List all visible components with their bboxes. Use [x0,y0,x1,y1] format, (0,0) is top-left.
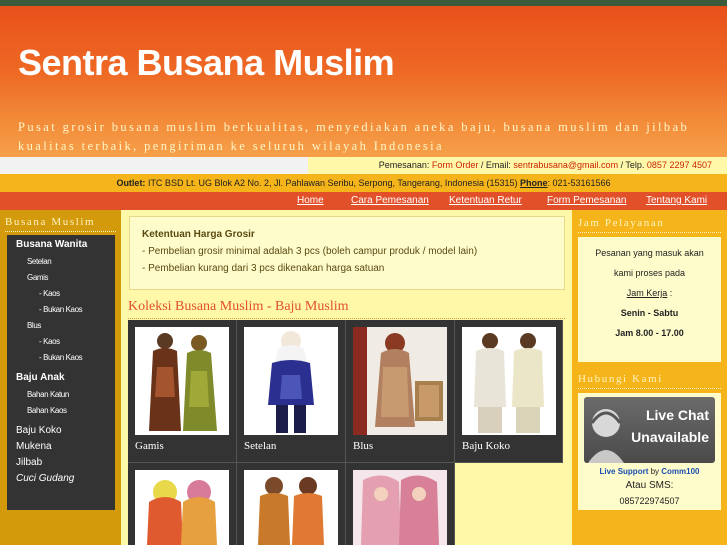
menu-baju-koko[interactable]: Baju Koko [16,425,62,436]
live-chat-label[interactable]: Live Chat [646,407,709,423]
product-card-gamis[interactable]: Gamis [128,320,237,463]
pemesanan-label: Pemesanan: [378,160,432,170]
nav-home[interactable]: Home [297,195,324,206]
hours-divider [578,232,721,233]
hours-box: Pesanan yang masuk akan kami proses pada… [578,237,721,362]
hours-title: Jam Pelayanan [578,217,665,229]
menu-blus[interactable]: Blus [27,321,41,330]
left-sidebar: Busana Muslim Busana Wanita Setelan Gami… [0,210,121,545]
category-menu: Busana Wanita Setelan Gamis - Kaos - Buk… [7,235,115,510]
email-link[interactable]: sentrabusana@gmail.com [513,160,618,170]
contact-divider [578,388,721,389]
contact-bar: Pemesanan: Form Order / Email: sentrabus… [308,157,727,174]
product-card-baju-koko[interactable]: Baju Koko [455,320,563,463]
terms-title: Ketentuan Harga Grosir [142,229,255,240]
product-caption-gamis[interactable]: Gamis [135,440,164,452]
sidebar-title: Busana Muslim [5,216,96,228]
terms-line-1: - Pembelian grosir minimal adalah 3 pcs … [142,246,478,257]
outlet-bar: Outlet: ITC BSD Lt. UG Blok A2 No. 2, Jl… [0,174,727,192]
jam-kerja-colon: : [667,288,673,298]
menu-jilbab[interactable]: Jilbab [16,457,42,468]
phone-label: Phone [519,178,548,188]
comm100-link[interactable]: Comm100 [661,467,699,476]
live-chat-status[interactable]: Unavailable [631,429,709,445]
product-grid: Gamis Setelan Blus Baju Koko [128,320,564,545]
menu-gamis[interactable]: Gamis [27,273,49,282]
menu-baju-anak[interactable]: Baju Anak [16,372,65,383]
nav-form-pemesanan[interactable]: Form Pemesanan [547,195,626,206]
contact-title: Hubungi Kami [578,373,663,385]
telp-number: 0857 2297 4507 [646,160,712,170]
product-image-baju-koko[interactable] [462,327,556,435]
outlet-address: ITC BSD Lt. UG Blok A2 No. 2, Jl. Pahlaw… [145,178,520,188]
product-image-blus[interactable] [353,327,447,435]
outlet-label: Outlet: [116,178,146,188]
terms-line-2: - Pembelian kurang dari 3 pcs dikenakan … [142,263,385,274]
terms-box: Ketentuan Harga Grosir - Pembelian grosi… [129,216,565,290]
product-caption-blus[interactable]: Blus [353,440,373,452]
site-title[interactable]: Sentra Busana Muslim [18,42,395,84]
product-image-row2-3[interactable] [353,470,447,545]
product-image-row2-2[interactable] [244,470,338,545]
product-card-blus[interactable]: Blus [346,320,455,463]
jam-kerja-link[interactable]: Jam Kerja [627,288,668,298]
menu-gamis-kaos[interactable]: - Kaos [39,289,60,298]
menu-busana-wanita[interactable]: Busana Wanita [16,239,87,250]
email-label: / Email: [478,160,514,170]
hours-line-5: Jam 8.00 - 17.00 [615,328,684,338]
hours-line-1: Pesanan yang masuk akan [595,248,704,258]
product-card-row2-1[interactable] [128,463,237,545]
menu-cuci-gudang[interactable]: Cuci Gudang [16,473,74,484]
hours-line-4: Senin - Sabtu [620,308,679,318]
telp-label: / Telp. [618,160,647,170]
main-content: Ketentuan Harga Grosir - Pembelian grosi… [121,210,572,545]
section-title: Koleksi Busana Muslim - Baju Muslim [128,299,349,314]
outlet-phone: : 021-53161566 [547,178,611,188]
hours-line-2: kami proses pada [613,268,686,278]
product-image-gamis[interactable] [135,327,229,435]
product-image-setelan[interactable] [244,327,338,435]
right-sidebar: Jam Pelayanan Pesanan yang masuk akan ka… [572,210,727,545]
nav-ketentuan-retur[interactable]: Ketentuan Retur [449,195,522,206]
menu-blus-bukan-kaos[interactable]: - Bukan Kaos [39,353,83,362]
nav-tentang-kami[interactable]: Tentang Kami [646,195,707,206]
nav-cara-pemesanan[interactable]: Cara Pemesanan [351,195,429,206]
menu-bahan-kaos[interactable]: Bahan Kaos [27,406,67,415]
nav-bar: Home Cara Pemesanan Ketentuan Retur Form… [0,192,727,210]
form-order-link[interactable]: Form Order [432,160,479,170]
section-divider [128,318,565,319]
product-caption-setelan[interactable]: Setelan [244,440,276,452]
hours-line-3: Jam Kerja : [578,288,721,298]
product-card-row2-2[interactable] [237,463,346,545]
live-support-credit: Live Support by Comm100 [578,467,721,476]
menu-bahan-katun[interactable]: Bahan Katun [27,390,69,399]
contact-box: Live Chat Unavailable Live Support by Co… [578,393,721,510]
menu-setelan[interactable]: Setelan [27,257,52,266]
product-image-row2-1[interactable] [135,470,229,545]
atau-sms-label: Atau SMS: [625,480,674,491]
menu-gamis-bukan-kaos[interactable]: - Bukan Kaos [39,305,83,314]
menu-mukena[interactable]: Mukena [16,441,52,452]
live-support-link[interactable]: Live Support [599,467,648,476]
live-chat-button[interactable]: Live Chat Unavailable [584,397,715,463]
menu-blus-kaos[interactable]: - Kaos [39,337,60,346]
product-card-row2-3[interactable] [346,463,455,545]
site-header: Sentra Busana Muslim Pusat grosir busana… [0,6,727,157]
sms-number: 085722974507 [619,496,680,506]
sidebar-divider [5,231,116,232]
site-tagline: Pusat grosir busana muslim berkualitas, … [18,120,690,153]
by-label: by [648,467,662,476]
product-caption-baju-koko[interactable]: Baju Koko [462,440,510,452]
product-card-setelan[interactable]: Setelan [237,320,346,463]
